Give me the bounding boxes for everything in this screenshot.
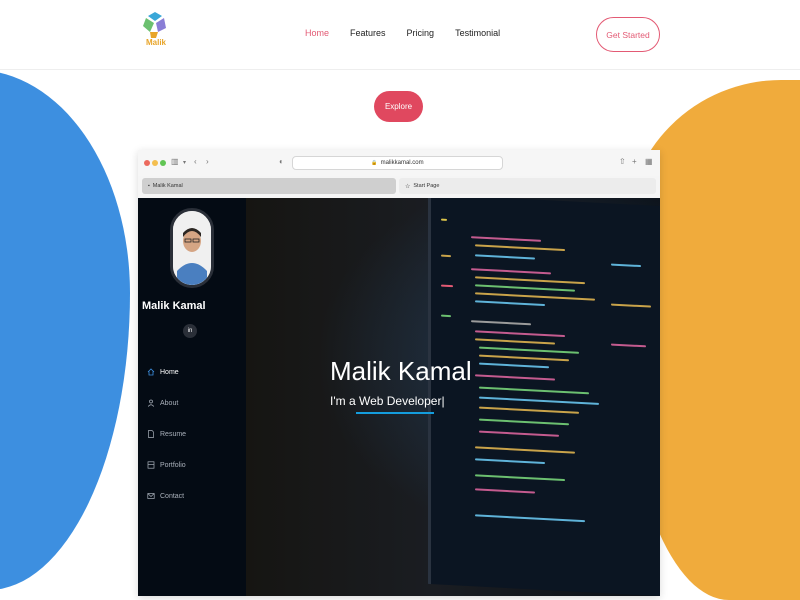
- home-icon: [147, 368, 155, 376]
- nav-links: Home Features Pricing Testimonial: [305, 28, 521, 38]
- browser-tabs: ▪ Malik Kamal ☆ Start Page: [142, 178, 656, 194]
- tab-malik-kamal: ▪ Malik Kamal: [142, 178, 396, 194]
- nav-link-testimonial[interactable]: Testimonial: [455, 28, 500, 38]
- site-sidebar: Malik Kamal in Home About Resume Portfol…: [138, 198, 246, 596]
- website-preview: Malik Kamal in Home About Resume Portfol…: [138, 198, 660, 596]
- back-arrow-icon: ‹: [194, 157, 197, 166]
- get-started-button[interactable]: Get Started: [596, 17, 660, 52]
- page-icon: ▪: [148, 183, 150, 189]
- site-menu-label: Home: [160, 368, 179, 376]
- sidebar-toggle-icon: ▥: [171, 157, 179, 166]
- share-icon: ⇧: [619, 157, 626, 166]
- envelope-icon: [147, 493, 155, 499]
- close-window-dot: [144, 160, 150, 166]
- profile-photo-icon: [173, 211, 211, 285]
- browser-mockup: ▥ ▾ ‹ › ◐ 🔒 malikkamal.com ⇧ + ▦ ▪ Malik…: [138, 150, 660, 596]
- nav-link-pricing[interactable]: Pricing: [407, 28, 435, 38]
- site-menu-label: Resume: [160, 430, 187, 438]
- nav-link-features[interactable]: Features: [350, 28, 386, 38]
- new-tab-icon: +: [632, 157, 637, 166]
- file-icon: [148, 430, 154, 438]
- tab-label: Start Page: [413, 183, 440, 189]
- minimize-window-dot: [152, 160, 158, 166]
- hero-title: Malik Kamal: [330, 356, 472, 386]
- url-bar: 🔒 malikkamal.com: [292, 156, 503, 170]
- site-menu-resume[interactable]: Resume: [147, 430, 186, 438]
- site-menu-label: Portfolio: [160, 461, 186, 469]
- navbar: Malik Home Features Pricing Testimonial …: [0, 0, 800, 70]
- hero-underline: [356, 412, 434, 414]
- star-icon: ☆: [405, 183, 411, 190]
- privacy-shield-icon: ◐: [279, 157, 284, 166]
- tab-start-page: ☆ Start Page: [399, 178, 656, 194]
- site-menu-home[interactable]: Home: [147, 368, 179, 376]
- profile-name: Malik Kamal: [142, 300, 206, 312]
- portfolio-icon: [147, 461, 155, 469]
- maximize-window-dot: [160, 160, 166, 166]
- code-monitor-image: [428, 198, 660, 596]
- chevron-down-icon: ▾: [183, 160, 187, 166]
- site-menu-label: Contact: [160, 492, 185, 500]
- explore-button[interactable]: Explore: [374, 91, 423, 122]
- browser-toolbar: ▥ ▾ ‹ › ◐ 🔒 malikkamal.com ⇧ + ▦: [138, 150, 660, 176]
- linkedin-icon[interactable]: in: [183, 324, 197, 338]
- site-menu-contact[interactable]: Contact: [147, 492, 184, 500]
- landing-page: Malik Home Features Pricing Testimonial …: [0, 0, 800, 600]
- url-text: malikkamal.com: [380, 160, 424, 166]
- tab-label: Malik Kamal: [152, 183, 183, 189]
- brand-logo-text: Malik: [146, 38, 167, 47]
- person-icon: [147, 399, 155, 407]
- site-menu-label: About: [160, 399, 179, 407]
- blue-background-blob: [0, 70, 130, 590]
- site-menu-about[interactable]: About: [147, 399, 178, 407]
- nav-link-home[interactable]: Home: [305, 28, 329, 38]
- lock-icon: 🔒: [371, 160, 378, 166]
- hero-subtitle: I'm a Web Developer|: [330, 394, 445, 408]
- tab-overview-icon: ▦: [645, 157, 653, 166]
- profile-avatar: [170, 208, 214, 288]
- site-menu-portfolio[interactable]: Portfolio: [147, 461, 186, 469]
- forward-arrow-icon: ›: [206, 157, 209, 166]
